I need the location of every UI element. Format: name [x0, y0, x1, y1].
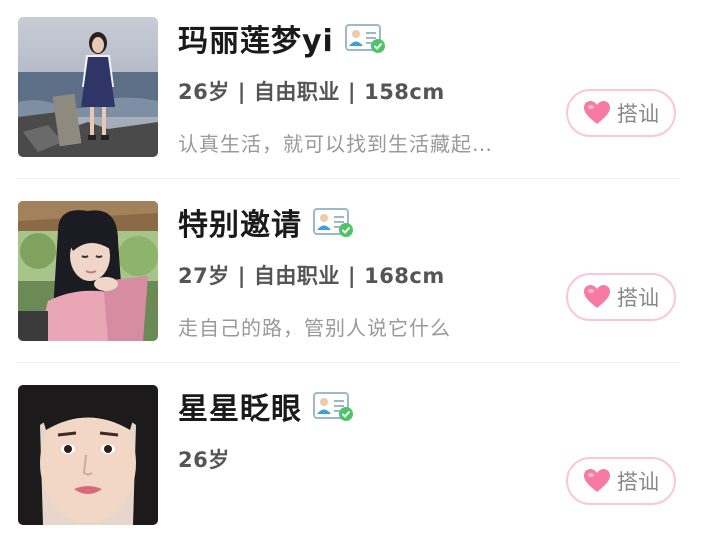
divider — [18, 362, 678, 363]
heart-icon — [583, 100, 611, 126]
name-row: 特别邀请 — [178, 200, 354, 244]
user-meta: 26岁 — [178, 444, 230, 474]
greet-label: 搭讪 — [617, 102, 659, 126]
greet-button[interactable]: 搭讪 — [566, 273, 676, 321]
id-verified-icon — [344, 22, 386, 54]
name-row: 星星眨眼 — [178, 384, 354, 428]
user-bio: 认真生活，就可以找到生活藏起… — [178, 132, 493, 156]
user-card[interactable]: 特别邀请 27岁 | 自由职业 | 168cm 走自己的路，管别人说它什么 搭讪 — [0, 184, 706, 368]
avatar[interactable] — [18, 385, 158, 525]
job-text: 自由职业 — [253, 264, 340, 288]
age-text: 26岁 — [178, 80, 230, 104]
avatar[interactable] — [18, 201, 158, 341]
name-row: 玛丽莲梦yi — [178, 16, 386, 60]
separator: | — [347, 264, 357, 288]
height-text: 158cm — [364, 80, 445, 104]
age-text: 27岁 — [178, 264, 230, 288]
user-meta: 26岁 | 自由职业 | 158cm — [178, 76, 445, 106]
height-text: 168cm — [364, 264, 445, 288]
greet-label: 搭讪 — [617, 470, 659, 494]
divider — [18, 178, 678, 179]
greet-label: 搭讪 — [617, 286, 659, 310]
greet-button[interactable]: 搭讪 — [566, 89, 676, 137]
user-card[interactable]: 星星眨眼 26岁 搭讪 — [0, 368, 706, 541]
heart-icon — [583, 468, 611, 494]
greet-button[interactable]: 搭讪 — [566, 457, 676, 505]
user-name[interactable]: 星星眨眼 — [178, 384, 302, 428]
user-list: 玛丽莲梦yi 26岁 | 自由职业 | 158cm 认真生活，就可以找到生活藏起… — [0, 0, 706, 541]
id-verified-icon — [312, 206, 354, 238]
separator: | — [237, 264, 246, 288]
user-bio: 走自己的路，管别人说它什么 — [178, 316, 451, 340]
avatar[interactable] — [18, 17, 158, 157]
age-text: 26岁 — [178, 448, 230, 472]
user-meta: 27岁 | 自由职业 | 168cm — [178, 260, 445, 290]
id-verified-icon — [312, 390, 354, 422]
user-name[interactable]: 玛丽莲梦yi — [178, 16, 334, 60]
separator: | — [347, 80, 357, 104]
separator: | — [237, 80, 246, 104]
user-name[interactable]: 特别邀请 — [178, 200, 302, 244]
user-card[interactable]: 玛丽莲梦yi 26岁 | 自由职业 | 158cm 认真生活，就可以找到生活藏起… — [0, 0, 706, 184]
heart-icon — [583, 284, 611, 310]
job-text: 自由职业 — [253, 80, 340, 104]
